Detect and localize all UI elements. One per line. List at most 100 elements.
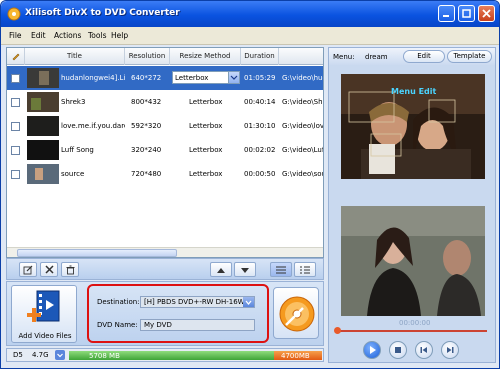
destination-dropdown[interactable]: [H] PBDS DVD+-RW DH-16W1S [140,296,255,308]
horizontal-scrollbar[interactable] [7,247,323,257]
menu-edit[interactable]: Edit [31,31,46,40]
next-button[interactable] [441,341,459,359]
skip-forward-icon [447,347,454,353]
list-icon [276,266,286,274]
maximize-button[interactable] [458,5,475,22]
seek-bar[interactable] [337,330,487,332]
column-duration[interactable]: Duration [241,48,279,65]
stop-button[interactable] [389,341,407,359]
menu-edit-overlay-text: Menu Edit [391,87,437,96]
capacity-limit: 4700MB [281,352,310,360]
row-title: hudanlongwei4].Live [61,74,125,82]
table-row[interactable]: Luff Song 320*240 Letterbox 00:02:02 G:\… [7,138,324,162]
table-header: Title Resolution Resize Method Duration [7,48,323,65]
video-thumbnail [27,164,59,184]
row-resolution: 320*240 [131,146,162,154]
row-checkbox[interactable] [11,146,20,155]
table-row[interactable]: hudanlongwei4].Live 640*272 Letterbox 01… [7,66,323,90]
column-resize-method[interactable]: Resize Method [170,48,241,65]
menu-actions[interactable]: Actions [54,31,81,40]
previous-button[interactable] [415,341,433,359]
playback-progress[interactable]: 00:00:00 [333,319,491,334]
video-thumbnail [27,116,59,136]
table-row[interactable]: love.me.if.you.dare 592*320 Letterbox 01… [7,114,323,138]
delete-button[interactable] [61,262,79,277]
menu-help[interactable]: Help [111,31,128,40]
row-path: G:\video\sourc [282,170,323,178]
row-resize: Letterbox [189,98,223,106]
row-checkbox[interactable] [11,170,20,179]
status-bar: D5 4.7G 5708 MB 4700MB [6,348,324,362]
row-duration: 00:02:02 [244,146,276,154]
edit-item-button[interactable] [19,262,37,277]
menu-preview-image: Menu Edit [341,74,485,179]
app-logo-icon [7,7,21,21]
row-checkbox[interactable] [11,74,20,83]
video-preview-image [341,206,485,316]
playback-time: 00:00:00 [399,319,431,327]
list-view-button[interactable] [270,262,292,277]
video-thumbnail [27,140,59,160]
row-checkbox[interactable] [11,98,20,107]
list-toolbar [6,258,324,280]
close-button[interactable] [478,5,495,22]
row-resize: Letterbox [189,122,223,130]
disc-usage-bar: 5708 MB 4700MB [69,351,322,360]
row-checkbox[interactable] [11,122,20,131]
menu-label: Menu: [333,53,355,61]
preview-panel: Menu: dream Edit Template Menu Edit 00:0… [328,47,496,363]
play-button[interactable] [363,341,381,359]
row-path: G:\video\Shrek [282,98,323,106]
arrow-down-icon [241,268,249,273]
dvd-name-label: DVD Name: [97,321,138,329]
column-resolution[interactable]: Resolution [125,48,170,65]
disc-type: D5 [13,351,23,359]
resize-method-dropdown[interactable]: Letterbox [172,71,240,84]
row-resolution: 640*272 [131,74,162,82]
detail-view-button[interactable] [294,262,316,277]
table-row[interactable]: source 720*480 Letterbox 00:00:50 G:\vid… [7,162,323,186]
add-video-files-button[interactable]: Add Video Files [11,285,77,343]
skip-back-icon [420,347,427,353]
edit-column-header[interactable] [7,48,25,65]
stop-icon [395,347,401,353]
row-resolution: 592*320 [131,122,162,130]
add-video-files-label: Add Video Files [18,332,72,340]
highlighted-destination-box: Destination: [H] PBDS DVD+-RW DH-16W1S D… [87,284,269,343]
minimize-icon [443,15,449,17]
row-duration: 01:05:29 [244,74,276,82]
move-down-button[interactable] [234,262,256,277]
row-path: G:\video\Luff S [282,146,324,154]
row-resolution: 800*432 [131,98,162,106]
disc-capacity[interactable]: 4.7G [32,351,49,359]
edit-menu-button[interactable]: Edit [403,50,445,63]
menu-file[interactable]: File [9,31,22,40]
resize-method-value: Letterbox [175,74,209,82]
move-up-button[interactable] [210,262,232,277]
video-preview-scene [341,206,485,316]
dvd-name-input[interactable]: My DVD [140,319,255,331]
row-path: G:\video\hudan [282,74,323,82]
video-thumbnail [27,92,59,112]
title-bar: Xilisoft DivX to DVD Converter [1,1,499,27]
row-title: love.me.if.you.dare [61,122,125,130]
table-row[interactable]: Shrek3 800*432 Letterbox 00:40:14 G:\vid… [7,90,323,114]
row-title: Shrek3 [61,98,86,106]
column-title[interactable]: Title [25,48,125,65]
menu-tools[interactable]: Tools [88,31,106,40]
burn-disc-icon [279,296,315,332]
column-path[interactable] [279,48,323,65]
menu-bar: File Edit Actions Tools Help [1,27,499,45]
edit-icon [23,265,33,275]
remove-item-button[interactable] [40,262,58,277]
minimize-button[interactable] [438,5,455,22]
file-list-table: Title Resolution Resize Method Duration … [6,47,324,258]
seek-handle[interactable] [334,327,341,334]
menu-name: dream [365,53,388,61]
close-icon [482,9,491,18]
burn-button[interactable] [273,287,319,339]
scrollbar-thumb[interactable] [17,249,177,257]
capacity-dropdown-icon[interactable] [55,350,65,360]
detail-list-icon [300,266,310,274]
template-button[interactable]: Template [447,50,492,63]
